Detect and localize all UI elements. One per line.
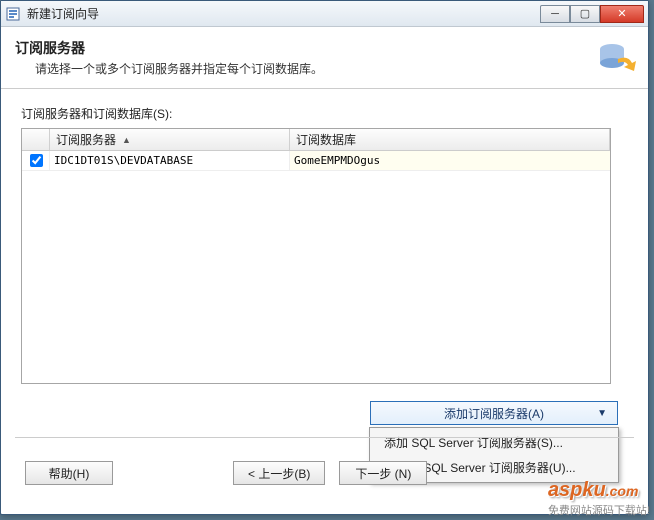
window-title: 新建订阅向导: [27, 5, 540, 22]
wizard-body: 订阅服务器和订阅数据库(S): 订阅服务器 ▲ 订阅数据库 IDC1DT01S\…: [1, 89, 648, 390]
wizard-icon: [594, 35, 638, 79]
page-subtitle: 请选择一个或多个订阅服务器并指定每个订阅数据库。: [15, 60, 634, 77]
table-row[interactable]: IDC1DT01S\DEVDATABASE GomeEMPMDOgus: [22, 151, 610, 171]
row-database[interactable]: GomeEMPMDOgus: [290, 151, 610, 170]
window-buttons: ─ ▢ ✕: [540, 5, 644, 23]
row-checkbox-cell: [22, 151, 50, 170]
col-checkbox[interactable]: [22, 129, 50, 150]
wizard-header: 订阅服务器 请选择一个或多个订阅服务器并指定每个订阅数据库。: [1, 27, 648, 89]
sort-asc-icon: ▲: [122, 135, 131, 145]
row-server[interactable]: IDC1DT01S\DEVDATABASE: [50, 151, 290, 170]
next-button[interactable]: 下一步 (N): [339, 461, 427, 485]
page-title: 订阅服务器: [15, 38, 634, 58]
col-database[interactable]: 订阅数据库: [290, 129, 610, 150]
maximize-button[interactable]: ▢: [570, 5, 600, 23]
back-button[interactable]: < 上一步(B): [233, 461, 325, 485]
separator: [15, 437, 634, 438]
col-database-label: 订阅数据库: [296, 131, 356, 148]
row-checkbox[interactable]: [30, 154, 43, 167]
col-server[interactable]: 订阅服务器 ▲: [50, 129, 290, 150]
help-button[interactable]: 帮助(H): [25, 461, 113, 485]
grid-header: 订阅服务器 ▲ 订阅数据库: [22, 129, 610, 151]
menu-add-sql-server[interactable]: 添加 SQL Server 订阅服务器(S)...: [370, 430, 618, 455]
subscriber-grid[interactable]: 订阅服务器 ▲ 订阅数据库 IDC1DT01S\DEVDATABASE Gome…: [21, 128, 611, 384]
add-subscriber-dropdown[interactable]: 添加订阅服务器(A) ▼: [370, 401, 618, 425]
minimize-button[interactable]: ─: [540, 5, 570, 23]
wizard-window: 新建订阅向导 ─ ▢ ✕ 订阅服务器 请选择一个或多个订阅服务器并指定每个订阅数…: [0, 0, 649, 515]
titlebar[interactable]: 新建订阅向导 ─ ▢ ✕: [1, 1, 648, 27]
app-icon: [5, 6, 21, 22]
col-server-label: 订阅服务器: [56, 131, 116, 148]
chevron-down-icon: ▼: [597, 408, 607, 419]
add-subscriber-label: 添加订阅服务器(A): [444, 405, 544, 422]
wizard-buttons: 帮助(H) < 上一步(B) 下一步 (N): [25, 461, 427, 485]
grid-label: 订阅服务器和订阅数据库(S):: [21, 105, 628, 122]
close-button[interactable]: ✕: [600, 5, 644, 23]
